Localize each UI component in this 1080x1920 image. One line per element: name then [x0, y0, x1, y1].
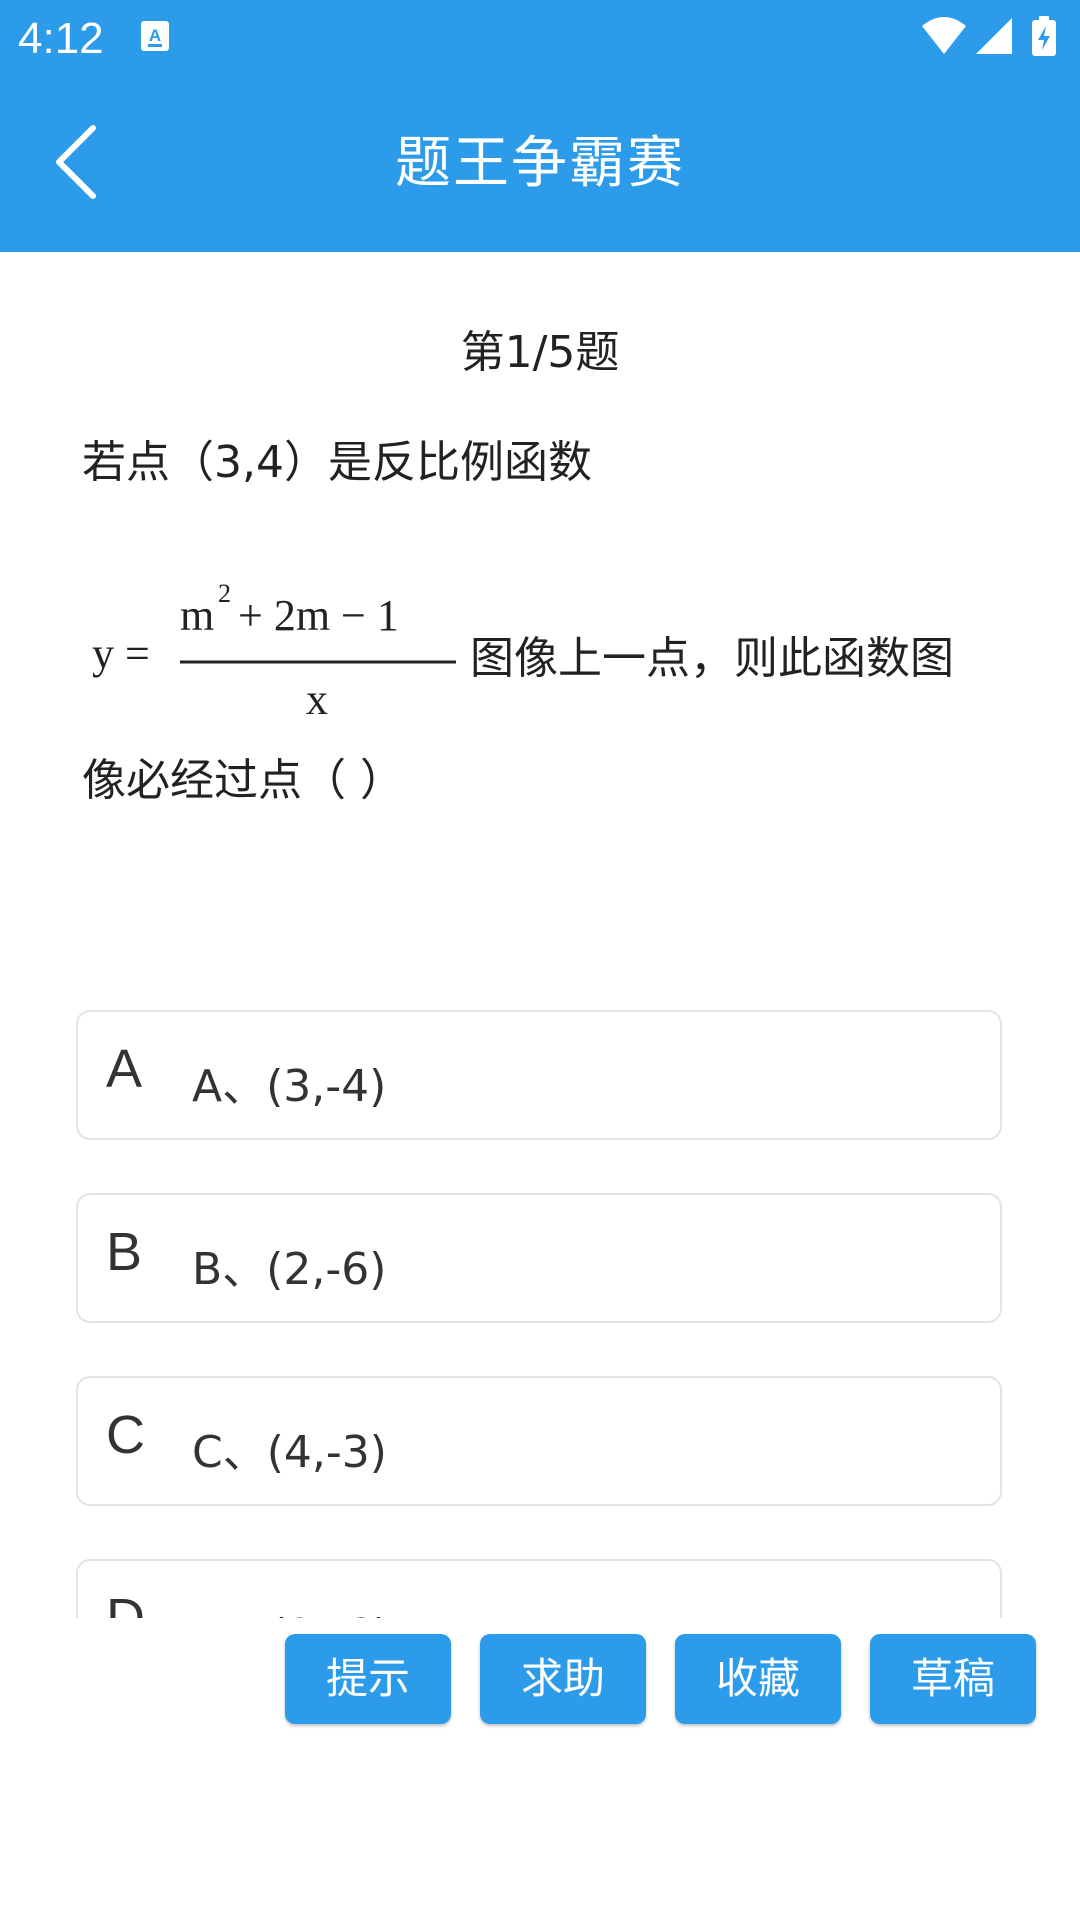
option-d[interactable]: D D、(2,-6) — [76, 1559, 1002, 1618]
option-text: D、(2,-6) — [192, 1599, 390, 1618]
status-time: 4:12 — [18, 14, 104, 63]
option-letter: D — [106, 1588, 145, 1618]
back-button[interactable] — [36, 112, 116, 212]
help-button[interactable]: 求助 — [480, 1634, 646, 1724]
status-icons — [922, 16, 1056, 56]
option-letter: A — [106, 1039, 143, 1099]
option-a[interactable]: A A、(3,-4) — [76, 1010, 1002, 1140]
signal-icon — [976, 18, 1012, 54]
formula-numerator-m: m — [180, 591, 214, 640]
page-title: 题王争霸赛 — [395, 131, 685, 196]
battery-charging-icon — [1032, 16, 1056, 56]
action-bar: 提示 求助 收藏 草稿 — [0, 1634, 1080, 1726]
formula-lhs: y = — [92, 629, 150, 678]
formula-exponent: 2 — [218, 579, 231, 608]
svg-text:A: A — [149, 26, 161, 45]
option-text: B、(2,-6) — [192, 1244, 387, 1295]
question-text-line-3: 像必经过点（ ） — [82, 755, 404, 806]
formula-image: y = m 2 + 2m − 1 x — [92, 579, 456, 724]
draft-button[interactable]: 草稿 — [870, 1634, 1036, 1724]
options-list: A A、(3,-4) B B、(2,-6) C C、(4,-3) D D、(2,… — [0, 1000, 1080, 1618]
question-counter: 第1/5题 — [460, 327, 620, 378]
formula-denominator: x — [306, 675, 328, 724]
question-text-line-2: 图像上一点，则此函数图 — [470, 633, 954, 684]
question-text-line-1: 若点（3,4）是反比例函数 — [82, 437, 592, 488]
a-icon: A — [141, 21, 169, 51]
option-c[interactable]: C C、(4,-3) — [76, 1376, 1002, 1506]
option-letter: C — [106, 1405, 145, 1465]
hint-button[interactable]: 提示 — [285, 1634, 451, 1724]
option-b[interactable]: B B、(2,-6) — [76, 1193, 1002, 1323]
favorite-button[interactable]: 收藏 — [675, 1634, 841, 1724]
wifi-icon — [922, 17, 966, 54]
quiz-screen: 4:12 A 题王争霸赛 第1/5题 若点（3,4）是反比例函数 y = m 2… — [0, 0, 1080, 1920]
chevron-left-icon — [56, 125, 96, 199]
formula-numerator-rest: + 2m − 1 — [238, 591, 399, 640]
option-letter: B — [106, 1222, 143, 1282]
option-text: C、(4,-3) — [192, 1427, 387, 1478]
option-text: A、(3,-4) — [192, 1061, 387, 1112]
top-bar: 4:12 A 题王争霸赛 — [0, 0, 1080, 252]
